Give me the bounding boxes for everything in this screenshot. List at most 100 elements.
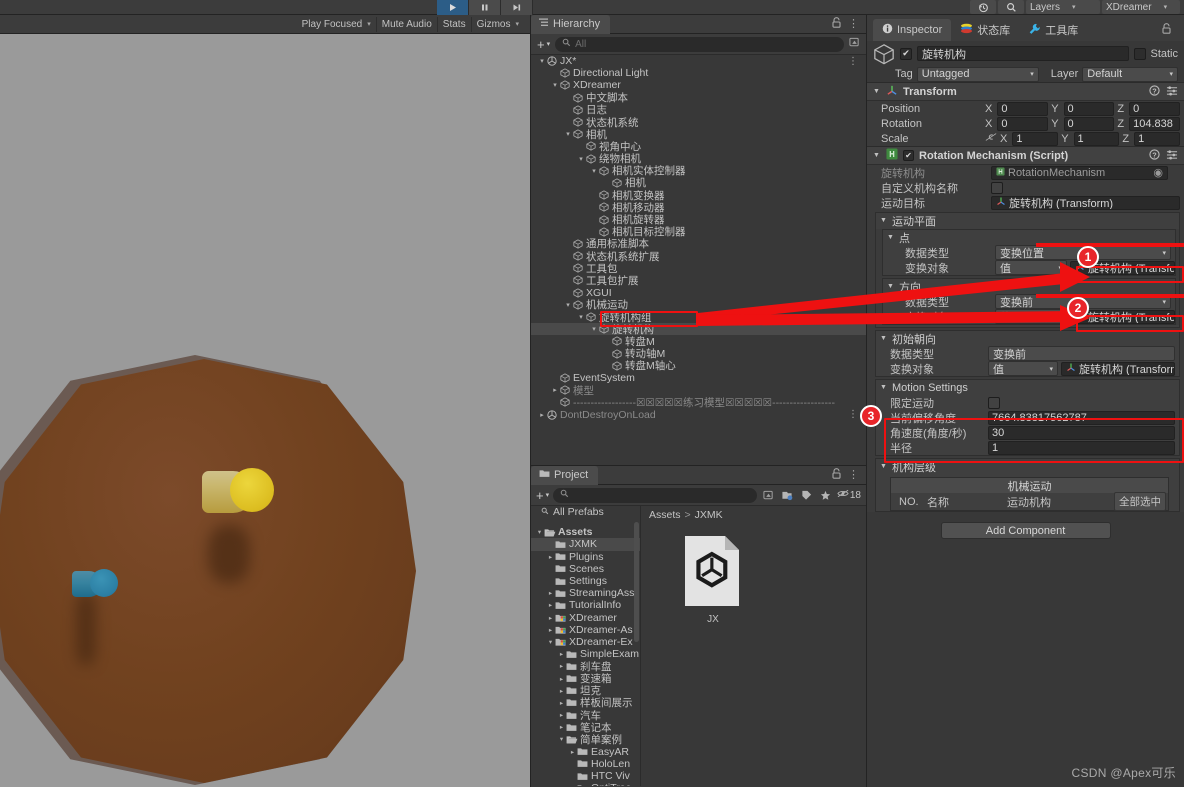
disclosure-triangle-icon[interactable]: ▾ [563,301,573,309]
layer-dropdown[interactable]: Default ▾ [1082,67,1178,82]
lock-icon[interactable] [1162,23,1171,37]
transform-header[interactable]: ▼ Transform ? [867,83,1184,101]
disclosure-triangle-icon[interactable]: ▸ [557,675,566,683]
hierarchy-item-8[interactable]: ▾绕物相机 [531,153,866,165]
static-checkbox[interactable] [1134,48,1146,60]
disclosure-triangle-icon[interactable]: ▾ [557,735,566,743]
project-folder-21[interactable]: ▸OptiTrac [531,782,640,786]
radius-field[interactable]: 1 [988,441,1175,455]
lock-icon[interactable] [832,17,841,31]
hierarchy-item-22[interactable]: ▾旋转机构 [531,323,866,335]
kebab-menu-icon[interactable]: ⋮ [848,471,859,479]
project-folder-18[interactable]: ▸EasyAR [531,746,640,758]
disclosure-triangle-icon[interactable]: ▸ [557,699,566,707]
object-picker-icon[interactable]: ◉ [1153,166,1163,179]
hierarchy-item-14[interactable]: 相机目标控制器 [531,226,866,238]
project-tree-pane[interactable]: All Prefabs ▾AssetsJXMK▸PluginsScenesSet… [531,506,641,786]
disclosure-triangle-icon[interactable]: ▸ [557,662,566,670]
hierarchy-item-2[interactable]: ▾XDreamer [531,79,866,91]
layout-dropdown[interactable]: XDreamer ▾ [1102,0,1180,14]
project-filter-all-prefabs[interactable]: All Prefabs [531,506,640,518]
hierarchy-item-23[interactable]: 转盘M [531,335,866,347]
hierarchy-item-17[interactable]: 工具包 [531,262,866,274]
asset-item-jx[interactable]: JX [683,536,743,625]
kebab-menu-icon[interactable]: ⋮ [848,58,866,65]
initial-orientation-transform-object-dropdown[interactable]: 值 ▾ [988,361,1058,376]
project-folder-1[interactable]: JXMK [531,538,640,550]
hierarchy-item-25[interactable]: 转盘M轴心 [531,360,866,372]
hierarchy-add-button[interactable]: + ▾ [537,37,550,52]
save-filter-icon[interactable] [780,488,795,502]
transform-scale-y-field[interactable]: 1 [1074,132,1120,146]
project-folder-7[interactable]: ▸XDreamer [531,612,640,624]
select-all-button[interactable]: 全部选中 [1114,492,1166,511]
project-folder-19[interactable]: HoloLen [531,758,640,770]
chevron-down-icon[interactable]: ▼ [880,384,888,391]
hierarchy-item-16[interactable]: 状态机系统扩展 [531,250,866,262]
disclosure-triangle-icon[interactable]: ▾ [546,638,555,646]
point-header[interactable]: ▼ 点 [883,230,1175,245]
project-folder-0[interactable]: ▾Assets [531,526,640,538]
point-transform-object-dropdown[interactable]: 值 ▾ [995,260,1067,275]
disclosure-triangle-icon[interactable]: ▸ [546,601,555,609]
hierarchy-item-9[interactable]: ▾相机实体控制器 [531,165,866,177]
hierarchy-item-19[interactable]: XGUI [531,287,866,299]
hierarchy-item-13[interactable]: 相机旋转器 [531,213,866,225]
hierarchy-item-5[interactable]: 状态机系统 [531,116,866,128]
hierarchy-item-6[interactable]: ▾相机 [531,128,866,140]
step-button[interactable] [501,0,533,15]
disclosure-triangle-icon[interactable]: ▾ [576,155,586,163]
project-folder-tree[interactable]: ▾AssetsJXMK▸PluginsScenesSettings▸Stream… [531,526,640,786]
initial-orientation-object-field[interactable]: 旋转机构 (Transform) [1061,362,1175,376]
hierarchy-item-29[interactable]: ▸DontDestroyOnLoad⋮ [531,408,866,420]
motion-target-field[interactable]: 旋转机构 (Transform) [991,196,1180,210]
disclosure-triangle-icon[interactable]: ▾ [537,57,547,65]
transform-scale-x-field[interactable]: 1 [1012,132,1058,146]
search-icon[interactable] [998,0,1024,14]
transform-position-x-field[interactable]: 0 [997,102,1048,116]
project-folder-5[interactable]: ▸StreamingAss [531,587,640,599]
disclosure-triangle-icon[interactable]: ▸ [546,626,555,634]
help-icon[interactable]: ? [1149,149,1160,163]
hierarchy-item-4[interactable]: 日志 [531,104,866,116]
project-folder-17[interactable]: ▾简单案例 [531,733,640,745]
rotation-mechanism-header[interactable]: ▼ ✔ Rotation Mechanism (Script) ? [867,147,1184,165]
disclosure-triangle-icon[interactable]: ▾ [589,325,599,333]
object-picker-icon[interactable] [761,488,776,502]
gizmos-dropdown[interactable]: Gizmos ▾ [472,17,524,32]
pause-button[interactable] [469,0,501,15]
game-view[interactable]: Play Focused ▾ Mute Audio Stats Gizmos ▾ [0,15,530,787]
breadcrumb-item-assets[interactable]: Assets [649,509,681,521]
breadcrumb-item-jxmk[interactable]: JXMK [695,509,723,521]
tab-hierarchy[interactable]: Hierarchy [531,15,610,34]
object-picker-icon[interactable] [849,37,860,51]
hierarchy-item-11[interactable]: 相机变换器 [531,189,866,201]
script-enabled-checkbox[interactable]: ✔ [903,150,914,161]
motion-plane-header[interactable]: ▼ 运动平面 [876,213,1179,228]
add-component-button[interactable]: Add Component [941,522,1111,539]
tab-inspector[interactable]: Inspector [873,19,951,41]
disclosure-triangle-icon[interactable]: ▾ [576,313,586,321]
chevron-down-icon[interactable]: ▼ [887,283,895,290]
constrain-proportions-icon[interactable] [985,132,997,145]
disclosure-triangle-icon[interactable]: ▾ [589,167,599,175]
disclosure-triangle-icon[interactable]: ▸ [568,784,577,786]
project-search-input[interactable] [553,488,757,503]
project-folder-2[interactable]: ▸Plugins [531,551,640,563]
project-folder-9[interactable]: ▾XDreamer-Ex [531,636,640,648]
preset-icon[interactable] [1166,149,1178,163]
preset-icon[interactable] [1166,85,1178,99]
project-folder-20[interactable]: HTC Viv [531,770,640,782]
hierarchy-item-7[interactable]: 视角中心 [531,140,866,152]
hidden-items-count[interactable]: 18 [837,488,861,502]
hierarchy-item-1[interactable]: Directional Light [531,67,866,79]
project-folder-3[interactable]: Scenes [531,563,640,575]
layers-dropdown[interactable]: Layers ▾ [1026,0,1100,14]
transform-rotation-x-field[interactable]: 0 [997,117,1048,131]
disclosure-triangle-icon[interactable]: ▸ [557,711,566,719]
initial-orientation-header[interactable]: ▼ 初始朝向 [876,331,1179,346]
gameobject-enabled-checkbox[interactable]: ✔ [900,48,912,60]
help-icon[interactable]: ? [1149,85,1160,99]
hierarchy-item-10[interactable]: 相机 [531,177,866,189]
gameobject-name-field[interactable]: 旋转机构 [917,46,1129,61]
